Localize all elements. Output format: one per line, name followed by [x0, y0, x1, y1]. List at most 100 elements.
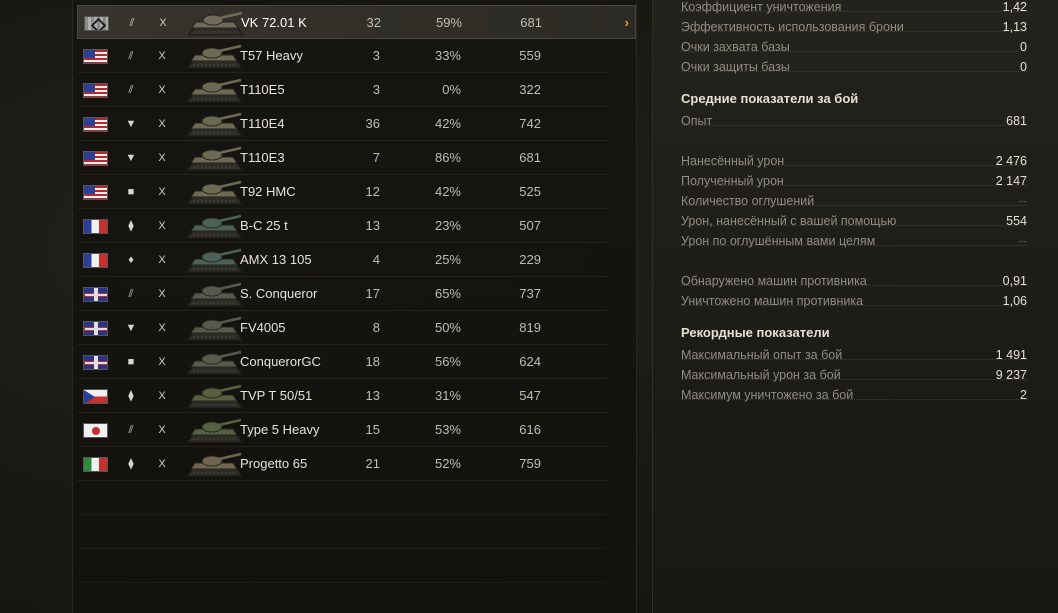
nation-flag-uk-icon: [83, 321, 108, 336]
stat-value: 0,91: [1002, 274, 1027, 288]
stat-label: Максимальный опыт за бой: [681, 348, 843, 362]
stat-value: 1 491: [995, 348, 1027, 362]
vehicle-class-light-icon: ♦: [128, 254, 134, 266]
vehicle-tier: X: [158, 50, 166, 62]
vehicle-battles: 12: [365, 184, 380, 199]
vehicle-row[interactable]: ⫽ X VK 72.01 K 32 59% 681 ›: [77, 5, 636, 39]
empty-vehicle-row: [77, 481, 607, 515]
stat-row: Урон, нанесённый с вашей помощью 554: [681, 211, 1027, 231]
stat-label: Максимальный урон за бой: [681, 368, 841, 382]
stat-label: Опыт: [681, 114, 713, 128]
vehicle-winrate: 86%: [434, 150, 461, 165]
stat-row: Максимум уничтожено за бой 2: [681, 385, 1027, 405]
vehicle-name: B-C 25 t: [240, 218, 288, 233]
nation-flag-france-icon: [83, 219, 108, 234]
vehicle-average-experience: 616: [519, 422, 541, 437]
vehicle-battles: 18: [365, 354, 380, 369]
vehicle-name: T110E5: [240, 82, 285, 97]
tank-silhouette-icon: [185, 248, 243, 273]
nation-flag-usa-icon: [83, 83, 108, 98]
stat-label: Максимум уничтожено за бой: [681, 388, 854, 402]
tank-silhouette-icon: [185, 350, 243, 375]
tank-silhouette-icon: [185, 214, 243, 239]
vehicle-row[interactable]: ⫽ X T110E5 3 0% 322: [77, 73, 607, 107]
stat-label: Очки защиты базы: [681, 60, 790, 74]
vehicle-winrate: 0%: [442, 82, 461, 97]
vehicle-battles: 36: [365, 116, 380, 131]
section-title-averages: Средние показатели за бой: [681, 91, 859, 106]
tank-image: [186, 9, 244, 37]
nation-flag-italy-icon: [83, 457, 108, 472]
stage: ⫽ X VK 72.01 K 32 59% 681 › ⫽ X T57 Heavy 3 33% 559 ⫽…: [0, 0, 1058, 613]
vehicle-row[interactable]: ⧫ X TVP T 50/51 13 31% 547: [77, 379, 607, 413]
vehicle-winrate: 42%: [434, 184, 461, 199]
vehicle-class-heavy-icon: ⫽: [128, 50, 134, 62]
vehicle-average-experience: 507: [519, 218, 541, 233]
tank-image: [185, 144, 243, 172]
vehicle-average-experience: 819: [519, 320, 541, 335]
stat-value: 554: [1006, 214, 1027, 228]
tank-image: [185, 450, 243, 478]
vehicle-battles: 13: [365, 218, 380, 233]
vehicle-winrate: 65%: [434, 286, 461, 301]
stat-row: Очки захвата базы 0: [681, 37, 1027, 57]
vehicle-name: TVP T 50/51: [240, 388, 313, 403]
vehicle-battles: 3: [372, 82, 380, 97]
vehicle-row[interactable]: ⧫ X B-C 25 t 13 23% 507: [77, 209, 607, 243]
stat-label: Очки захвата базы: [681, 40, 790, 54]
stat-value: 681: [1006, 114, 1027, 128]
vehicle-list: ⫽ X VK 72.01 K 32 59% 681 › ⫽ X T57 Heavy 3 33% 559 ⫽…: [73, 5, 638, 613]
stat-value: 2 147: [995, 174, 1027, 188]
nation-flag-usa-icon: [83, 49, 108, 64]
vehicle-winrate: 53%: [434, 422, 461, 437]
vehicle-row[interactable]: ♦ X AMX 13 105 4 25% 229: [77, 243, 607, 277]
vehicle-battles: 13: [365, 388, 380, 403]
nation-flag-usa-icon: [83, 185, 108, 200]
vehicle-row[interactable]: ⫽ X Type 5 Heavy 15 53% 616: [77, 413, 607, 447]
vehicle-winrate: 50%: [434, 320, 461, 335]
vehicle-class-td-icon: ▼: [125, 322, 137, 334]
stat-label: Урон по оглушённым вами целям: [681, 234, 876, 248]
vehicle-row[interactable]: ▼ X FV4005 8 50% 819: [77, 311, 607, 345]
stat-row: Полученный урон 2 147: [681, 171, 1027, 191]
vehicle-row[interactable]: ⫽ X T57 Heavy 3 33% 559: [77, 39, 607, 73]
vehicle-row[interactable]: ■ X ConquerorGC 18 56% 624: [77, 345, 607, 379]
vehicle-battles: 3: [372, 48, 380, 63]
stat-row: Количество оглушений --: [681, 191, 1027, 211]
tank-image: [185, 178, 243, 206]
vehicle-average-experience: 559: [519, 48, 541, 63]
tank-silhouette-icon: [185, 78, 243, 103]
vehicle-average-experience: 737: [519, 286, 541, 301]
vehicle-name: Type 5 Heavy: [240, 422, 320, 437]
dotted-leader: [681, 125, 1027, 126]
vehicle-winrate: 59%: [435, 15, 462, 30]
vehicle-tier: X: [158, 84, 166, 96]
nation-flag-czech-icon: [83, 389, 108, 404]
vehicle-class-medium-icon: ⧫: [128, 458, 134, 470]
stat-label: Уничтожено машин противника: [681, 294, 864, 308]
vehicle-row[interactable]: ▼ X T110E3 7 86% 681: [77, 141, 607, 175]
vehicle-class-medium-icon: ⧫: [128, 220, 134, 232]
tank-silhouette-icon: [185, 180, 243, 205]
vehicle-row[interactable]: ▼ X T110E4 36 42% 742: [77, 107, 607, 141]
vehicle-row[interactable]: ■ X T92 HMC 12 42% 525: [77, 175, 607, 209]
vehicle-name: ConquerorGC: [240, 354, 321, 369]
stat-value: --: [1018, 234, 1027, 248]
vehicle-row[interactable]: ⫽ X S. Conqueror 17 65% 737: [77, 277, 607, 311]
stat-label: Эффективность использования брони: [681, 20, 904, 34]
tank-image: [185, 110, 243, 138]
vehicle-battles: 4: [372, 252, 380, 267]
vehicle-row[interactable]: ⧫ X Progetto 65 21 52% 759: [77, 447, 607, 481]
tank-silhouette-icon: [185, 418, 243, 443]
vehicle-class-spg-icon: ■: [127, 186, 135, 198]
vehicle-tier: X: [158, 356, 166, 368]
tank-image: [185, 42, 243, 70]
stat-row: Нанесённый урон 2 476: [681, 151, 1027, 171]
vehicle-battles: 7: [372, 150, 380, 165]
vehicle-average-experience: 229: [519, 252, 541, 267]
vehicle-name: VK 72.01 K: [241, 15, 307, 30]
selected-chevron-icon: ›: [624, 15, 629, 30]
stat-label: Урон, нанесённый с вашей помощью: [681, 214, 897, 228]
vehicle-tier: X: [158, 220, 166, 232]
vehicle-tier: X: [158, 322, 166, 334]
